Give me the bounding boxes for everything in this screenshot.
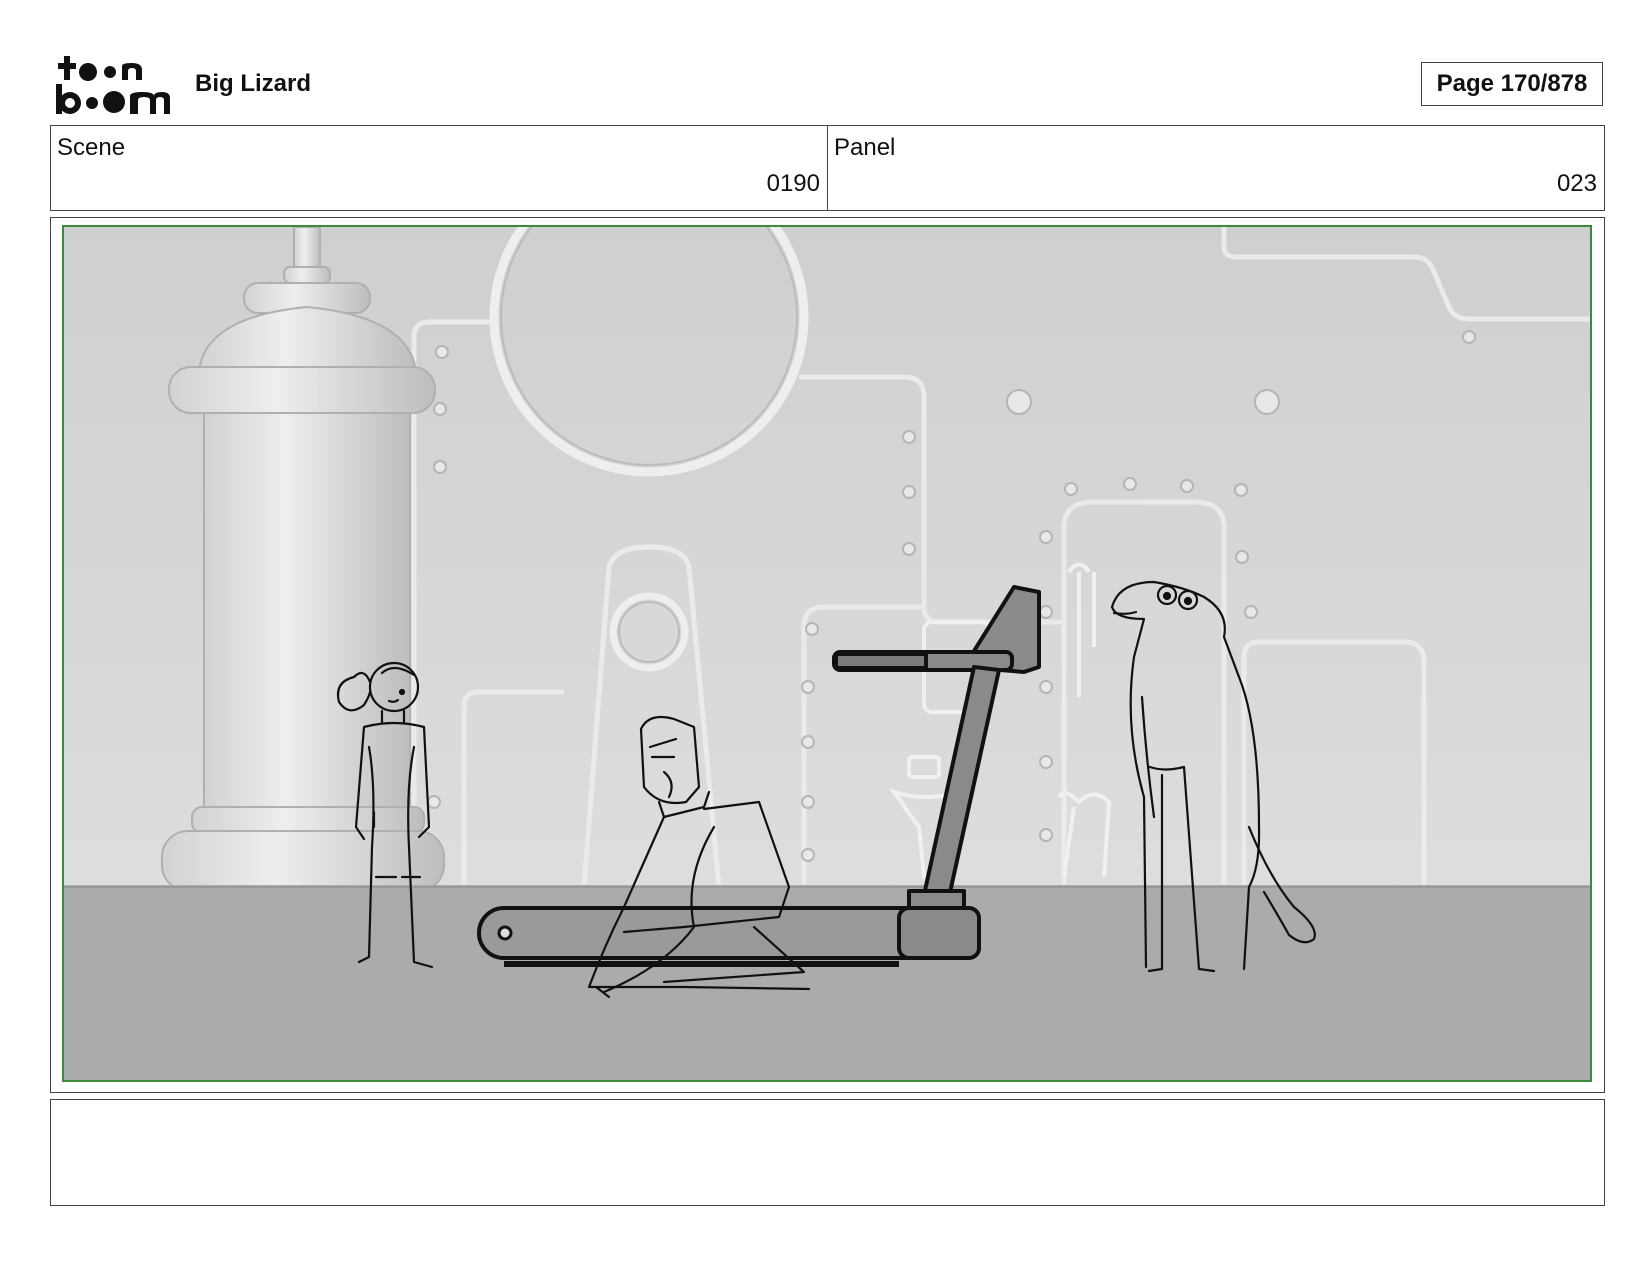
project-title: Big Lizard xyxy=(195,70,312,97)
scene-cell: Scene 0190 xyxy=(51,126,827,210)
notes-box xyxy=(50,1099,1605,1206)
info-row: Scene 0190 Panel 023 xyxy=(50,125,1605,211)
scene-number: 0190 xyxy=(766,170,820,197)
page-indicator: Page 170/878 xyxy=(1421,62,1603,106)
panel-number: 023 xyxy=(1556,170,1597,197)
panel-cell: Panel 023 xyxy=(827,126,1604,210)
panel-image xyxy=(62,225,1592,1082)
storyboard-drawing xyxy=(64,227,1590,1080)
toon-boom-logo xyxy=(56,56,170,114)
panel-label: Panel xyxy=(834,134,896,161)
scene-label: Scene xyxy=(57,134,126,161)
panel-frame xyxy=(50,217,1605,1093)
